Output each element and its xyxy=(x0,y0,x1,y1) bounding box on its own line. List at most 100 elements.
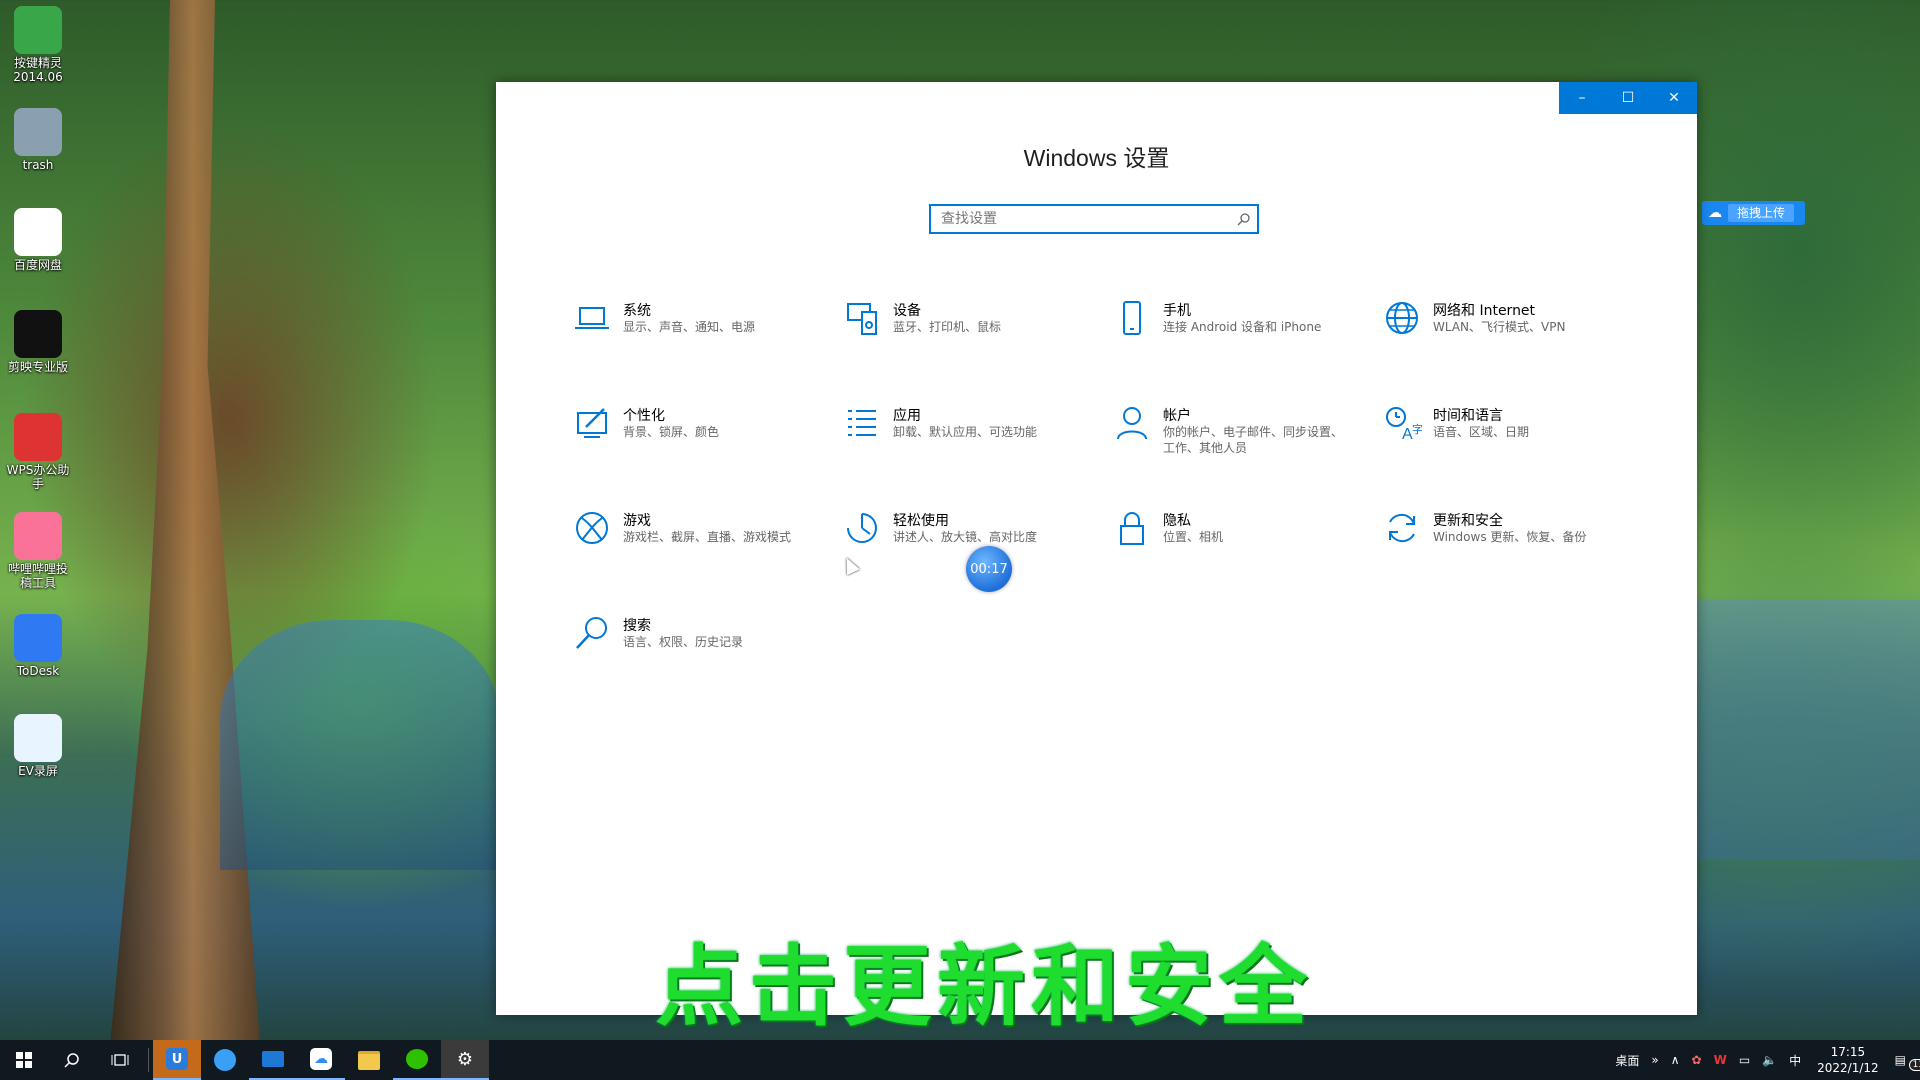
wps-tray-icon[interactable]: W xyxy=(1714,1053,1727,1067)
settings-tile-name: 隐私 xyxy=(1163,513,1191,529)
ease-of-access-icon xyxy=(847,513,877,543)
settings-tile-name: 手机 xyxy=(1163,303,1191,319)
desktop-icon[interactable]: ToDesk xyxy=(4,614,72,678)
settings-tile[interactable]: 手机 连接 Android 设备和 iPhone xyxy=(1112,298,1372,368)
settings-tile[interactable]: 更新和安全 Windows 更新、恢复、备份 xyxy=(1382,508,1642,578)
settings-tile[interactable]: 游戏 游戏栏、截屏、直播、游戏模式 xyxy=(572,508,832,578)
settings-tile[interactable]: 帐户 你的帐户、电子邮件、同步设置、工作、其他人员 xyxy=(1112,403,1372,473)
settings-gear-icon[interactable]: ⚙ xyxy=(441,1040,489,1080)
desktop-icon[interactable]: 百度网盘 xyxy=(4,208,72,272)
clock[interactable]: 17:15 2022/1/12 xyxy=(1817,1044,1879,1076)
settings-tile-desc: Windows 更新、恢复、备份 xyxy=(1433,530,1587,544)
maximize-button[interactable]: ☐ xyxy=(1605,82,1651,114)
wallpaper-lake-right xyxy=(1697,600,1920,860)
settings-tile-name: 时间和语言 xyxy=(1433,408,1503,424)
desktop-icon[interactable]: trash xyxy=(4,108,72,172)
desktop-icon-label: 剪映专业版 xyxy=(7,360,68,374)
settings-tile-desc: 蓝牙、打印机、鼠标 xyxy=(893,320,1002,334)
personalize-icon xyxy=(577,408,607,438)
tray-app-icon[interactable]: ✿ xyxy=(1692,1053,1702,1067)
search-icon[interactable] xyxy=(48,1040,96,1080)
search-icon xyxy=(1237,211,1251,230)
settings-tile-name: 搜索 xyxy=(623,618,651,634)
settings-tile[interactable]: 个性化 背景、锁屏、颜色 xyxy=(572,403,832,473)
desktop-icon-label: 哔哩哔哩投稿工具 xyxy=(7,562,68,590)
settings-window: – ☐ ✕ Windows 设置 系统显示、声音、通知、电源设备蓝牙、打印机、鼠… xyxy=(496,82,1697,1015)
settings-tile-desc: 语言、权限、历史记录 xyxy=(623,635,744,649)
task-view-icon[interactable] xyxy=(96,1040,144,1080)
wallpaper-tree xyxy=(110,0,260,1045)
settings-tile-desc: 位置、相机 xyxy=(1163,530,1224,544)
settings-tile[interactable]: 设备 蓝牙、打印机、鼠标 xyxy=(842,298,1102,368)
settings-tile[interactable]: 网络和 Internet WLAN、飞行模式、VPN xyxy=(1382,298,1642,368)
taskbar: U ☁ ⚙ 桌面 » ∧ ✿ W ▭ 🔈 中 17:15 2022/1/12 ▤… xyxy=(0,1040,1920,1080)
todesk-icon xyxy=(14,614,62,662)
upload-label: 拖拽上传 xyxy=(1728,204,1795,222)
tray-expand-icon[interactable]: » xyxy=(1651,1053,1658,1067)
tray-desktop-label[interactable]: 桌面 xyxy=(1615,1052,1639,1069)
settings-tile-name: 更新和安全 xyxy=(1433,513,1503,529)
clock-time: 17:15 xyxy=(1830,1045,1866,1059)
close-button[interactable]: ✕ xyxy=(1651,82,1697,114)
desktop-icon[interactable]: 剪映专业版 xyxy=(4,310,72,374)
wallpaper-lake xyxy=(220,620,500,870)
desktop-icon-label: 按键精灵 2014.06 xyxy=(13,56,63,84)
settings-tile[interactable]: 应用 卸载、默认应用、可选功能 xyxy=(842,403,1102,473)
network-icon[interactable]: ▭ xyxy=(1739,1053,1750,1067)
baidu-netdisk-icon xyxy=(14,208,62,256)
desktop-icon[interactable]: WPS办公助手 xyxy=(4,413,72,491)
search-box xyxy=(929,204,1259,234)
settings-tile-name: 帐户 xyxy=(1163,408,1191,424)
page-title: Windows 设置 xyxy=(1023,145,1170,171)
settings-tile-name: 游戏 xyxy=(623,513,651,529)
notification-icon[interactable]: ▤ 13 xyxy=(1895,1053,1920,1071)
taskbar-divider xyxy=(148,1048,149,1072)
settings-tile-desc: 游戏栏、截屏、直播、游戏模式 xyxy=(623,530,792,544)
minimize-button[interactable]: – xyxy=(1559,82,1605,114)
volume-icon[interactable]: 🔈 xyxy=(1762,1053,1777,1067)
settings-tile-desc: 连接 Android 设备和 iPhone xyxy=(1163,320,1322,334)
ev-recorder-icon xyxy=(14,714,62,762)
settings-tile-name: 系统 xyxy=(623,303,651,319)
desktop-icon[interactable]: EV录屏 xyxy=(4,714,72,778)
security-icon[interactable]: U xyxy=(153,1040,201,1080)
devices-icon xyxy=(847,303,877,335)
settings-tile-desc: 讲述人、放大镜、高对比度 xyxy=(893,530,1038,544)
chevron-up-icon[interactable]: ∧ xyxy=(1671,1053,1680,1067)
settings-tile[interactable]: 系统 显示、声音、通知、电源 xyxy=(572,298,832,368)
clock-date: 2022/1/12 xyxy=(1817,1061,1879,1075)
settings-tile-name: 应用 xyxy=(893,408,921,424)
bilibili-icon xyxy=(14,512,62,560)
desktop-icon-label: 百度网盘 xyxy=(13,258,62,272)
drag-upload-button[interactable]: ☁ 拖拽上传 xyxy=(1702,201,1805,225)
desktop-icon[interactable]: 哔哩哔哩投稿工具 xyxy=(4,512,72,590)
wps-icon xyxy=(14,413,62,461)
recording-timer: 00:17 xyxy=(966,546,1012,592)
apps-list-icon xyxy=(848,410,876,436)
globe-icon xyxy=(1386,302,1418,334)
mail-icon[interactable] xyxy=(249,1040,297,1080)
phone-icon xyxy=(1123,301,1141,335)
settings-tile[interactable]: 搜索 语言、权限、历史记录 xyxy=(572,613,832,683)
baidu-netdisk-icon[interactable]: ☁ xyxy=(297,1040,345,1080)
settings-tile-desc: 语音、区域、日期 xyxy=(1433,425,1530,439)
settings-tile[interactable]: A 字时间和语言 语音、区域、日期 xyxy=(1382,403,1642,473)
desktop-icon-label: trash xyxy=(22,158,54,172)
desktop-icon-label: WPS办公助手 xyxy=(6,463,70,491)
person-icon xyxy=(1117,407,1147,440)
desktop-icon[interactable]: 按键精灵 2014.06 xyxy=(4,6,72,84)
feishu-icon[interactable] xyxy=(201,1040,249,1080)
ime-indicator[interactable]: 中 xyxy=(1789,1052,1801,1069)
desktop-icon-label: EV录屏 xyxy=(18,764,58,778)
capcut-icon xyxy=(14,310,62,358)
keypress-wizard-icon xyxy=(14,6,62,54)
subtitle-caption: 点击更新和安全 xyxy=(655,935,1314,1038)
file-explorer-icon[interactable] xyxy=(345,1040,393,1080)
update-icon xyxy=(1389,513,1415,543)
wechat-icon[interactable] xyxy=(393,1040,441,1080)
settings-tile-name: 轻松使用 xyxy=(893,513,949,529)
search-input[interactable] xyxy=(931,206,1241,232)
start-icon[interactable] xyxy=(0,1040,48,1080)
settings-tile[interactable]: 隐私 位置、相机 xyxy=(1112,508,1372,578)
desktop-icon-label: ToDesk xyxy=(16,664,60,678)
